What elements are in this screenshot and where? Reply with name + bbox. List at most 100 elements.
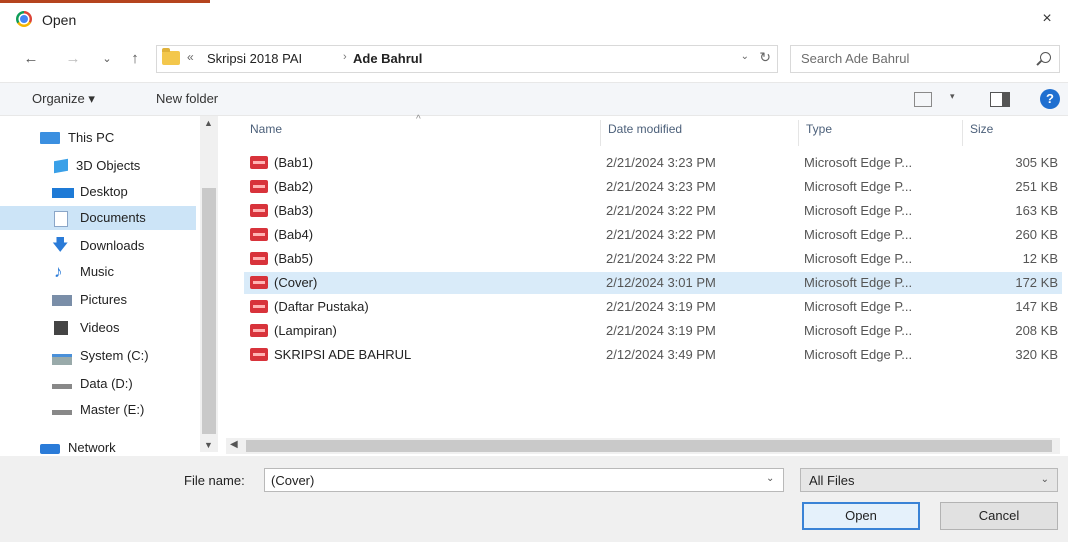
file-size-cell: 260 KB	[1015, 227, 1058, 242]
column-divider[interactable]	[798, 120, 799, 146]
table-row[interactable]: (Bab4) 2/21/2024 3:22 PM Microsoft Edge P.…	[244, 224, 1062, 246]
file-size-cell: 163 KB	[1015, 203, 1058, 218]
dialog-footer: File name: ⌄ All Files ⌄ Open Cancel	[0, 456, 1068, 542]
breadcrumb-separator-icon[interactable]: ›	[343, 51, 347, 63]
table-row[interactable]: SKRIPSI ADE BAHRUL 2/12/2024 3:49 PM Micro…	[244, 344, 1062, 366]
file-type-select[interactable]: All Files ⌄	[800, 468, 1058, 492]
column-header-size[interactable]: Size	[970, 122, 993, 136]
view-options-icon[interactable]	[914, 92, 932, 107]
column-header-type[interactable]: Type	[806, 122, 832, 136]
scroll-up-icon[interactable]: ▲	[204, 118, 213, 128]
preview-pane-icon[interactable]	[990, 92, 1010, 107]
up-arrow-icon[interactable]: ↑	[124, 48, 146, 70]
view-options-dropdown-icon[interactable]: ▾	[950, 91, 955, 102]
file-name-cell: SKRIPSI ADE BAHRUL	[274, 347, 412, 362]
recent-locations-chevron-icon[interactable]: ⌄	[96, 48, 118, 70]
date-modified-cell: 2/21/2024 3:19 PM	[606, 323, 716, 338]
scroll-down-icon[interactable]: ▼	[204, 440, 213, 450]
open-button[interactable]: Open	[802, 502, 920, 530]
address-dropdown-icon[interactable]: ⌄	[741, 51, 749, 62]
windows-drive-icon	[52, 354, 72, 365]
chrome-icon	[16, 11, 32, 27]
search-icon[interactable]	[1040, 52, 1051, 63]
sidebar-item-pictures[interactable]: Pictures	[0, 288, 196, 312]
date-modified-cell: 2/12/2024 3:49 PM	[606, 347, 716, 362]
sidebar-item-label: Data (D:)	[80, 376, 133, 391]
navigation-scrollbar[interactable]: ▲ ▼	[200, 116, 218, 452]
file-name-dropdown-icon[interactable]: ⌄	[766, 473, 774, 484]
pdf-file-icon	[250, 324, 268, 337]
refresh-icon[interactable]: ↻	[759, 49, 771, 66]
file-type-value: All Files	[809, 473, 855, 488]
cancel-button[interactable]: Cancel	[940, 502, 1058, 530]
file-type-cell: Microsoft Edge P...	[804, 323, 913, 338]
sidebar-item-label: 3D Objects	[76, 158, 141, 173]
sidebar-item-master-e[interactable]: Master (E:)	[0, 398, 196, 422]
sort-ascending-icon: ^	[416, 114, 421, 125]
back-arrow-icon[interactable]: ←	[20, 48, 42, 70]
scroll-left-icon[interactable]: ◀	[230, 439, 238, 450]
file-type-cell: Microsoft Edge P...	[804, 347, 913, 362]
window-title: Open	[42, 12, 77, 28]
pdf-file-icon	[250, 156, 268, 169]
folder-icon	[162, 48, 180, 65]
file-name-cell: (Bab4)	[274, 227, 314, 242]
table-row[interactable]: (Bab1) 2/21/2024 3:23 PM Microsoft Edge P.…	[244, 152, 1062, 174]
address-row: ← → ⌄ ↑ « Skripsi 2018 PAI › Ade Bahrul …	[0, 44, 1068, 74]
pdf-file-icon	[250, 228, 268, 241]
file-size-cell: 172 KB	[1015, 275, 1058, 290]
sidebar-item-videos[interactable]: Videos	[0, 316, 196, 340]
pdf-file-icon	[250, 300, 268, 313]
table-row[interactable]: (Cover) 2/12/2024 3:01 PM Microsoft Edge P…	[244, 272, 1062, 294]
sidebar-item-system-c[interactable]: System (C:)	[0, 344, 196, 368]
pdf-file-icon	[250, 252, 268, 265]
sidebar-item-data-d[interactable]: Data (D:)	[0, 372, 196, 396]
breadcrumb-ade-bahrul[interactable]: Ade Bahrul	[353, 51, 422, 66]
column-header-name[interactable]: Name	[250, 122, 282, 136]
address-bar[interactable]: « Skripsi 2018 PAI › Ade Bahrul ⌄ ↻	[156, 45, 778, 73]
forward-arrow-icon[interactable]: →	[62, 48, 84, 70]
organize-button[interactable]: Organize ▾	[32, 91, 95, 107]
pdf-file-icon	[250, 348, 268, 361]
scrollbar-thumb[interactable]	[202, 188, 216, 434]
chevron-down-icon: ⌄	[1040, 474, 1049, 485]
file-name-input[interactable]	[264, 468, 784, 492]
file-list: ^ Name Date modified Type Size (Bab1) 2/2…	[236, 114, 1062, 438]
scrollbar-thumb[interactable]	[246, 440, 1052, 452]
sidebar-item-desktop[interactable]: Desktop	[0, 180, 196, 204]
sidebar-item-music[interactable]: ♪ Music	[0, 260, 196, 284]
sidebar-item-this-pc[interactable]: This PC	[0, 126, 196, 150]
column-divider[interactable]	[600, 120, 601, 146]
table-row[interactable]: (Bab2) 2/21/2024 3:23 PM Microsoft Edge P.…	[244, 176, 1062, 198]
file-name-cell: (Daftar Pustaka)	[274, 299, 369, 314]
sidebar-item-documents[interactable]: Documents	[0, 206, 196, 230]
breadcrumb-overflow-icon[interactable]: «	[187, 50, 194, 64]
date-modified-cell: 2/21/2024 3:23 PM	[606, 155, 716, 170]
command-toolbar: Organize ▾ New folder ▾ ?	[0, 82, 1068, 116]
desktop-icon	[52, 188, 74, 198]
file-name-cell: (Bab1)	[274, 155, 314, 170]
file-size-cell: 12 KB	[1022, 251, 1058, 266]
title-bar: Open ×	[0, 0, 1068, 38]
search-box[interactable]: Search Ade Bahrul	[790, 45, 1060, 73]
horizontal-scrollbar[interactable]: ◀	[226, 438, 1060, 454]
help-icon[interactable]: ?	[1040, 89, 1060, 109]
table-row[interactable]: (Lampiran) 2/21/2024 3:19 PM Microsoft Edg…	[244, 320, 1062, 342]
date-modified-cell: 2/21/2024 3:22 PM	[606, 203, 716, 218]
table-row[interactable]: (Daftar Pustaka) 2/21/2024 3:19 PM Microso…	[244, 296, 1062, 318]
date-modified-cell: 2/21/2024 3:23 PM	[606, 179, 716, 194]
pictures-icon	[52, 295, 72, 306]
table-row[interactable]: (Bab5) 2/21/2024 3:22 PM Microsoft Edge P.…	[244, 248, 1062, 270]
file-name-label: File name:	[184, 473, 245, 488]
new-folder-button[interactable]: New folder	[156, 91, 218, 106]
file-type-cell: Microsoft Edge P...	[804, 275, 913, 290]
sidebar-item-downloads[interactable]: 🡇 Downloads	[0, 234, 196, 258]
sidebar-item-3d-objects[interactable]: 3D Objects	[0, 154, 196, 178]
column-header-date[interactable]: Date modified	[608, 122, 682, 136]
column-divider[interactable]	[962, 120, 963, 146]
table-row[interactable]: (Bab3) 2/21/2024 3:22 PM Microsoft Edge P.…	[244, 200, 1062, 222]
file-name-cell: (Bab2)	[274, 179, 314, 194]
close-button[interactable]: ×	[1032, 6, 1062, 32]
search-placeholder[interactable]: Search Ade Bahrul	[801, 51, 909, 66]
breadcrumb-skripsi[interactable]: Skripsi 2018 PAI	[207, 51, 302, 66]
